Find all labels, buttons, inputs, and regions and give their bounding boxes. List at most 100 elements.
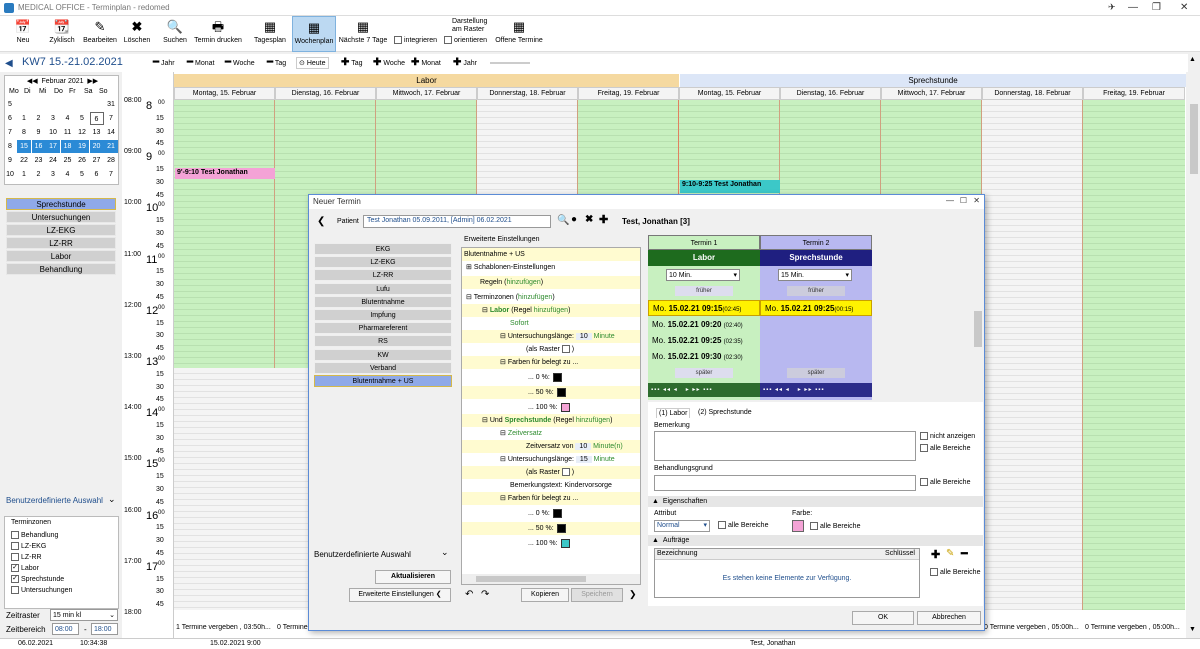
remove-icon[interactable]: ━ [961, 547, 968, 560]
color-swatch[interactable] [560, 402, 570, 412]
calendar-day[interactable]: 31 [104, 98, 118, 111]
cancel-button[interactable]: Abbrechen [917, 611, 981, 625]
appointment-2[interactable]: 9:10-9:25 Test Jonathan [680, 180, 780, 193]
tree-p0-2[interactable]: ... 0 %: [462, 507, 640, 520]
zone-sprechstunde[interactable]: Sprechstunde [6, 198, 116, 210]
day-header[interactable]: Montag, 15. Februar [174, 87, 275, 100]
appointment-type-9[interactable]: KW [314, 348, 452, 361]
alle-bereiche-checkbox-5[interactable]: alle Bereiche [930, 568, 980, 576]
tree-zeitversatz[interactable]: ⊟ Zeitversatz [462, 427, 640, 440]
tree-p50-2[interactable]: ... 50 %: [462, 522, 640, 535]
calendar-day[interactable]: 22 [17, 154, 31, 167]
calendar-day[interactable]: 11 [61, 126, 75, 139]
calendar-day[interactable]: 7 [104, 112, 118, 125]
termin-1-pager[interactable]: ▪▪▪ ◂◂ ◂ ▸ ▸▸ ▪▪▪ [648, 383, 760, 397]
alle-bereiche-checkbox-3[interactable]: alle Bereiche [718, 521, 768, 529]
add-icon[interactable]: ✚ [931, 548, 940, 561]
calendar-day[interactable]: 4 [61, 112, 75, 125]
week-plan-button[interactable]: ▦ Wochenplan [292, 16, 336, 52]
dialog-maximize-button[interactable]: ☐ [960, 196, 967, 205]
termin-1-slot[interactable]: Mo. 15.02.21 09:25 (02:35) [648, 333, 760, 349]
alle-bereiche-checkbox-2[interactable]: alle Bereiche [920, 478, 970, 486]
calendar-day[interactable]: 4 [61, 168, 75, 181]
tree-zv-value[interactable]: Zeitversatz von 10 Minute(n) [462, 440, 640, 453]
next-7-days-button[interactable]: ▦ Nächste 7 Tage [338, 16, 388, 52]
print-button[interactable]: 🖶 Termin drucken [192, 16, 244, 52]
recurring-button[interactable]: 📆 Zyklisch [44, 16, 80, 52]
color-swatch[interactable] [556, 523, 566, 533]
dialog-close-button[interactable]: ✕ [973, 196, 980, 205]
tree-schablonen[interactable]: ⊞ Schablonen-Einstellungen [462, 261, 640, 274]
termin-2-selected-slot[interactable]: Mo. 15.02.21 09:25(00:15) [760, 300, 872, 316]
day-header[interactable]: Montag, 15. Februar [679, 87, 780, 100]
tree-root[interactable]: Blutentnahme + US [462, 248, 640, 261]
speichern-button[interactable]: Speichern [571, 588, 623, 602]
month-forward-button[interactable]: ✚ Monat [408, 57, 444, 69]
appointment-type-8[interactable]: RS [314, 335, 452, 348]
calendar-day[interactable]: 27 [90, 154, 104, 167]
termin-1-spaeter-button[interactable]: später [675, 368, 733, 378]
edit-icon[interactable]: ✎ [946, 548, 954, 559]
day-forward-button[interactable]: ✚ Tag [338, 57, 366, 69]
day-plan-button[interactable]: ▦ Tagesplan [250, 16, 290, 52]
week-forward-button[interactable]: ✚ Woche [370, 57, 408, 69]
alle-bereiche-checkbox-4[interactable]: alle Bereiche [810, 522, 860, 530]
tree-labor[interactable]: ⊟ Labor (Regel hinzufügen) [462, 304, 640, 317]
tree-ulaenge-1[interactable]: ⊟ Untersuchungslänge: 10 Minute [462, 330, 640, 343]
tree-p100-1[interactable]: ... 100 %: [462, 401, 640, 414]
calendar-day[interactable]: 5 [75, 112, 89, 125]
tree-sprechstunde[interactable]: ⊟ Und Sprechstunde (Regel hinzufügen) [462, 414, 640, 427]
day-header[interactable]: Mittwoch, 17. Februar [376, 87, 477, 100]
calendar-day[interactable]: 15 [17, 140, 31, 153]
tree-p0-1[interactable]: ... 0 %: [462, 371, 640, 384]
scroll-down-icon[interactable]: ▼ [1189, 626, 1196, 633]
calendar-day[interactable]: 19 [75, 140, 89, 153]
today-button[interactable]: ⊙ Heute [296, 57, 329, 69]
tab-labor[interactable]: (1) Labor [656, 408, 691, 418]
day-header[interactable]: Mittwoch, 17. Februar [881, 87, 982, 100]
calendar-day[interactable]: 7 [104, 168, 118, 181]
calendar-day[interactable]: 12 [75, 126, 89, 139]
zone-untersuchungen[interactable]: Untersuchungen [6, 211, 116, 223]
zone-labor[interactable]: Labor [6, 250, 116, 262]
zone-behandlung[interactable]: Behandlung [6, 263, 116, 275]
color-swatch[interactable] [552, 508, 562, 518]
zone-lz-ekg[interactable]: LZ-EKG [6, 224, 116, 236]
calendar-day[interactable]: 14 [104, 126, 118, 139]
tree-sofort[interactable]: Sofort [462, 317, 640, 330]
appointment-type-10[interactable]: Verband [314, 361, 452, 374]
tree-farben-2[interactable]: ⊟ Farben für belegt zu ... [462, 492, 640, 505]
zeitraster-select[interactable]: 15 min kl ⌄ [50, 609, 118, 621]
color-swatch[interactable] [556, 387, 566, 397]
appointment-type-3[interactable]: LZ-RR [314, 269, 452, 282]
calendar-day[interactable]: 1 [17, 168, 31, 181]
person-icon[interactable]: ● [571, 214, 577, 225]
tree-ulaenge-2[interactable]: ⊟ Untersuchungslänge: 15 Minute [462, 453, 640, 466]
tree-bemerkung[interactable]: Bemerkungstext: Kindervorsorge [462, 479, 640, 492]
eigenschaften-header[interactable]: ▲ Eigenschaften [648, 496, 983, 507]
checkbox[interactable]: ✓ [11, 564, 19, 572]
new-button[interactable]: 📅 Neu [8, 16, 38, 52]
maximize-button[interactable]: ❐ [1152, 2, 1161, 13]
forward-arrow-icon[interactable]: ❯ [629, 589, 637, 600]
attribut-select[interactable]: Normal ▾ [654, 520, 710, 532]
termin-1-slot[interactable]: Mo. 15.02.21 09:30 (02:30) [648, 349, 760, 365]
day-column[interactable] [1083, 100, 1185, 610]
appointment-type-4[interactable]: Lufu [314, 282, 452, 295]
calendar-day[interactable]: 6 [89, 112, 104, 125]
kopieren-button[interactable]: Kopieren [521, 588, 569, 602]
zoom-slider[interactable] [490, 62, 530, 64]
pin-icon[interactable]: ✈ [1108, 2, 1116, 13]
search-icon[interactable]: 🔍 [557, 215, 569, 226]
appointment-1[interactable]: 9'-9:10 Test Jonathan [175, 168, 275, 179]
calendar-day[interactable]: 24 [46, 154, 60, 167]
tree-terminzonen[interactable]: ⊟ Terminzonen (hinzufügen) [462, 291, 640, 304]
zeitbereich-to[interactable]: 18:00 [91, 623, 118, 635]
calendar-day[interactable]: 13 [90, 126, 104, 139]
day-header[interactable]: Donnerstag, 18. Februar [477, 87, 578, 100]
calendar-day[interactable]: 28 [104, 154, 118, 167]
day-header[interactable]: Dienstag, 16. Februar [780, 87, 881, 100]
orient-checkbox[interactable]: orientieren [444, 36, 487, 44]
dialog-scroll-thumb[interactable] [974, 311, 982, 347]
legend-item[interactable]: Behandlung [11, 531, 58, 539]
